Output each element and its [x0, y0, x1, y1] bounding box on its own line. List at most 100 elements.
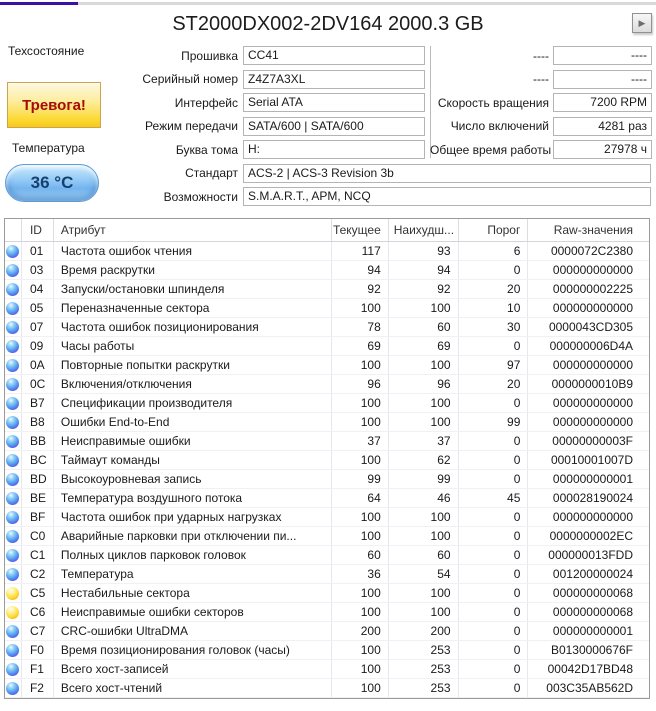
drive-select-indicator — [0, 2, 78, 5]
info-field-value[interactable]: ---- — [553, 69, 652, 89]
raw-cell: 0000000010B9 — [551, 377, 634, 391]
worst-cell: 253 — [389, 679, 459, 697]
info-row: Число включений 4281 раз — [430, 116, 652, 136]
id-cell: BD — [22, 470, 54, 488]
info-field-value[interactable]: S.M.A.R.T., APM, NCQ — [243, 187, 651, 206]
smart-table-row[interactable]: 0A Повторные попытки раскрутки 100 100 9… — [5, 356, 649, 375]
status-cell — [5, 451, 22, 469]
current-cell: 37 — [332, 432, 389, 450]
smart-table-row[interactable]: C1 Полных циклов парковок головок 60 60 … — [5, 546, 649, 565]
smart-table-row[interactable]: F0 Время позиционирования головок (часы)… — [5, 641, 649, 660]
current-cell: 78 — [332, 318, 389, 336]
current-cell: 100 — [332, 413, 389, 431]
info-field-value[interactable]: Z4Z7A3XL — [243, 69, 425, 89]
status-cell — [5, 394, 22, 412]
status-orb-icon — [6, 548, 20, 562]
status-orb-icon — [6, 377, 20, 391]
smart-table-row[interactable]: BF Частота ошибок при ударных нагрузках … — [5, 508, 649, 527]
info-row: ---- ---- — [430, 46, 652, 65]
raw-cell: 0000043CD305 — [548, 320, 634, 334]
smart-table-row[interactable]: B8 Ошибки End-to-End 100 100 99 00000000… — [5, 413, 649, 432]
smart-table-row[interactable]: C2 Температура 36 54 0 001200000024 — [5, 565, 649, 584]
id-cell: 05 — [22, 299, 54, 317]
smart-table-row[interactable]: 09 Часы работы 69 69 0 000000006D4A — [5, 337, 649, 356]
id-cell: BF — [22, 508, 54, 526]
threshold-cell: 0 — [459, 641, 529, 659]
smart-table-row[interactable]: F2 Всего хост-чтений 100 253 0 003C35AB5… — [5, 679, 649, 698]
status-cell — [5, 280, 22, 298]
attribute-cell: Таймаут команды — [54, 451, 332, 469]
smart-table-row[interactable]: 0C Включения/отключения 96 96 20 0000000… — [5, 375, 649, 394]
raw-cell: 00042D17BD48 — [547, 662, 634, 676]
info-field-value[interactable]: ---- — [553, 46, 652, 65]
status-orb-icon — [6, 529, 20, 543]
attribute-cell: Высокоуровневая запись — [54, 470, 332, 488]
attribute-cell: Полных циклов парковок головок — [54, 546, 332, 564]
status-orb-icon — [6, 643, 20, 657]
info-field-value[interactable]: 27978 ч — [553, 140, 652, 159]
threshold-cell: 99 — [459, 413, 529, 431]
header-worst[interactable]: Наихудш... — [389, 219, 459, 241]
id-cell: C0 — [22, 527, 54, 545]
info-field-value[interactable]: 4281 раз — [553, 116, 652, 136]
attribute-cell: Нестабильные сектора — [54, 584, 332, 602]
worst-cell: 93 — [389, 242, 459, 260]
status-orb-icon — [6, 681, 20, 695]
current-cell: 100 — [332, 641, 389, 659]
header-threshold[interactable]: Порог — [459, 219, 529, 241]
smart-table-row[interactable]: BD Высокоуровневая запись 99 99 0 000000… — [5, 470, 649, 489]
current-cell: 36 — [332, 565, 389, 583]
smart-table-row[interactable]: 03 Время раскрутки 94 94 0 000000000000 — [5, 261, 649, 280]
smart-table-row[interactable]: C5 Нестабильные сектора 100 100 0 000000… — [5, 584, 649, 603]
info-field-value[interactable]: ACS-2 | ACS-3 Revision 3b — [243, 163, 651, 183]
smart-table-row[interactable]: C0 Аварийные парковки при отключении пи.… — [5, 527, 649, 546]
threshold-cell: 0 — [459, 394, 529, 412]
status-cell — [5, 508, 22, 526]
header-current[interactable]: Текущее — [332, 219, 389, 241]
smart-table-row[interactable]: C7 CRC-ошибки UltraDMA 200 200 0 0000000… — [5, 622, 649, 641]
threshold-cell: 0 — [459, 603, 529, 621]
smart-table-row[interactable]: F1 Всего хост-записей 100 253 0 00042D17… — [5, 660, 649, 679]
threshold-cell: 20 — [459, 280, 529, 298]
status-orb-icon — [6, 567, 20, 581]
header-attribute[interactable]: Атрибут — [54, 219, 332, 241]
threshold-cell: 6 — [459, 242, 529, 260]
current-cell: 100 — [332, 356, 389, 374]
info-field-value[interactable]: H: — [243, 140, 425, 159]
id-cell: B8 — [22, 413, 54, 431]
info-field-value[interactable]: Serial ATA — [243, 93, 425, 112]
id-cell: F1 — [22, 660, 54, 678]
smart-table-row[interactable]: 07 Частота ошибок позиционирования 78 60… — [5, 318, 649, 337]
next-drive-button[interactable]: ▶ — [632, 13, 652, 33]
info-field-value[interactable]: CC41 — [243, 46, 425, 65]
smart-table-row[interactable]: BE Температура воздушного потока 64 46 4… — [5, 489, 649, 508]
smart-table-row[interactable]: C6 Неисправимые ошибки секторов 100 100 … — [5, 603, 649, 622]
threshold-cell: 0 — [459, 565, 529, 583]
threshold-cell: 0 — [459, 679, 529, 697]
worst-cell: 96 — [389, 375, 459, 393]
smart-table-row[interactable]: 05 Переназначенные сектора 100 100 10 00… — [5, 299, 649, 318]
id-cell: F0 — [22, 641, 54, 659]
smart-table-row[interactable]: 01 Частота ошибок чтения 117 93 6 000007… — [5, 242, 649, 261]
status-orb-icon — [6, 396, 20, 410]
current-cell: 100 — [332, 527, 389, 545]
id-cell: BB — [22, 432, 54, 450]
worst-cell: 60 — [389, 546, 459, 564]
attribute-cell: Аварийные парковки при отключении пи... — [54, 527, 332, 545]
threshold-cell: 0 — [459, 508, 529, 526]
smart-table-row[interactable]: 04 Запуски/остановки шпинделя 92 92 20 0… — [5, 280, 649, 299]
raw-cell: 001200000024 — [552, 567, 634, 581]
info-field-label: Серийный номер — [142, 72, 238, 86]
smart-table-row[interactable]: BC Таймаут команды 100 62 0 00010001007D — [5, 451, 649, 470]
id-cell: C2 — [22, 565, 54, 583]
raw-cell: 000000000068 — [552, 586, 634, 600]
header-raw-values[interactable]: Raw-значения — [528, 219, 649, 241]
status-cell — [5, 527, 22, 545]
smart-table-row[interactable]: BB Неисправимые ошибки 37 37 0 000000000… — [5, 432, 649, 451]
header-id[interactable]: ID — [22, 219, 54, 241]
info-field-value[interactable]: SATA/600 | SATA/600 — [243, 116, 425, 136]
id-cell: 0C — [22, 375, 54, 393]
info-field-value[interactable]: 7200 RPM — [553, 93, 652, 112]
threshold-cell: 30 — [459, 318, 529, 336]
smart-table-row[interactable]: B7 Спецификации производителя 100 100 0 … — [5, 394, 649, 413]
